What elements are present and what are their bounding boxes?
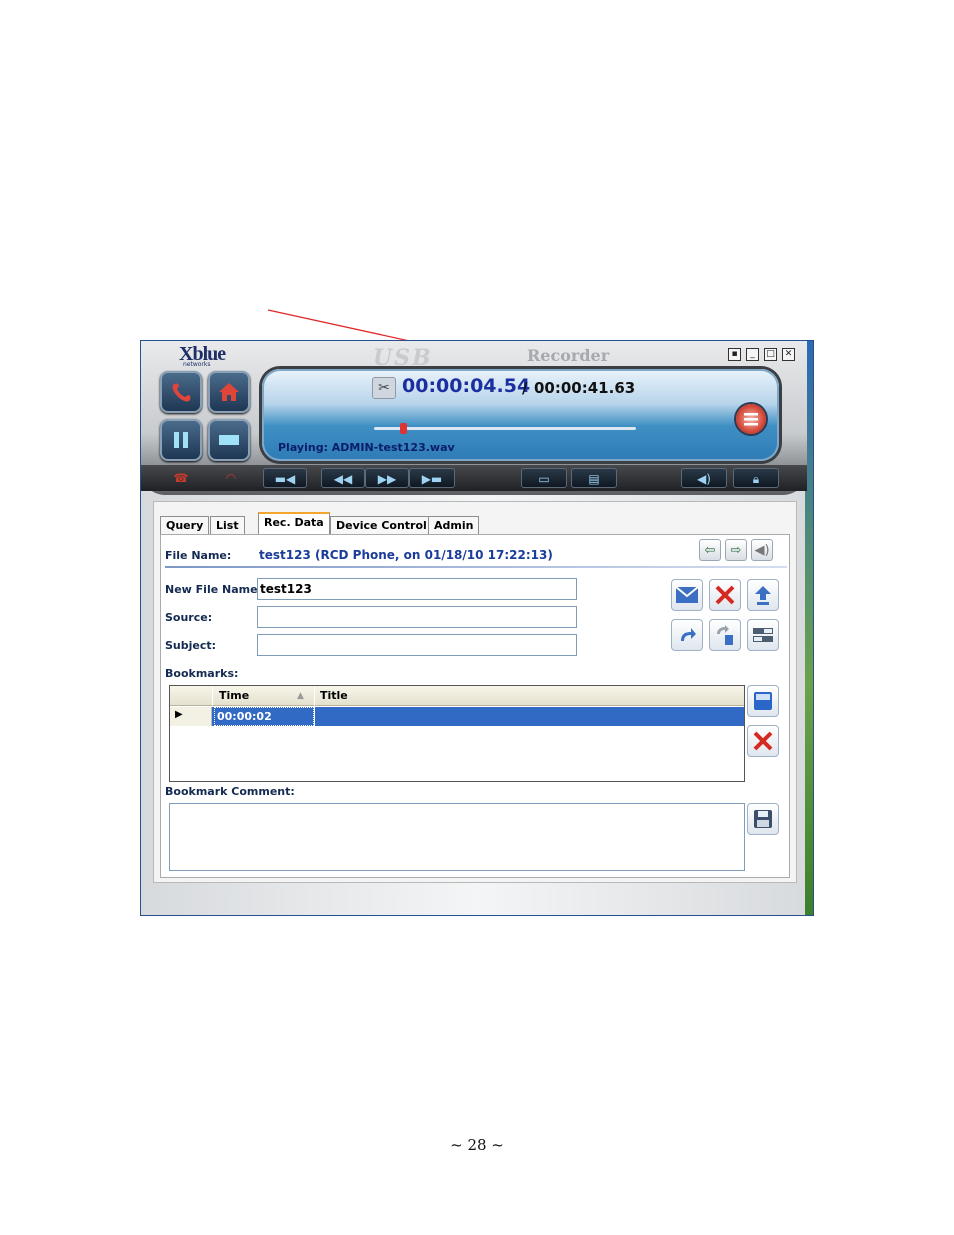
cut-icon[interactable]: ✂: [372, 377, 396, 399]
delete-x-icon: [753, 731, 773, 751]
rec-data-tab-body: File Name: test123 (RCD Phone, on 01/18/…: [160, 534, 790, 878]
pause-icon: [174, 432, 188, 448]
bookmarks-label: Bookmarks:: [165, 667, 239, 680]
subject-input[interactable]: [257, 634, 577, 656]
column-header-time[interactable]: Time ▲: [212, 686, 314, 706]
rewind-icon[interactable]: ◀◀: [321, 468, 365, 488]
transport-toolbar: ☎ ◠ ▬◀ ◀◀ ▶▶ ▶▬ ▭ ▤ ◀) 🔒︎: [141, 465, 807, 491]
skip-to-start-icon[interactable]: ▬◀: [263, 468, 307, 488]
open-folder-icon[interactable]: ▭: [521, 468, 567, 488]
fast-forward-icon[interactable]: ▶▶: [365, 468, 409, 488]
file-name-value: test123 (RCD Phone, on 01/18/10 17:22:13…: [259, 548, 553, 562]
column-header-time-label: Time: [219, 689, 250, 702]
brand-recorder: Recorder: [527, 346, 610, 365]
seek-knob[interactable]: [400, 423, 407, 434]
tab-admin[interactable]: Admin: [428, 516, 480, 534]
source-input[interactable]: [257, 606, 577, 628]
home-button[interactable]: [208, 371, 250, 413]
bookmark-time-cell[interactable]: 00:00:02: [214, 707, 314, 726]
subject-label: Subject:: [165, 639, 217, 652]
playlist-icon: [744, 413, 758, 426]
tab-list[interactable]: List: [210, 516, 245, 534]
page-number: ~ 28 ~: [450, 1136, 504, 1154]
upload-icon: [755, 586, 771, 605]
email-icon: [675, 586, 699, 603]
brand-watermark: USB: [373, 345, 433, 371]
seek-bar[interactable]: [374, 423, 636, 434]
playlist-button[interactable]: [736, 404, 766, 434]
tab-device-control[interactable]: Device Control: [330, 516, 433, 534]
bookmark-comment-textarea[interactable]: [169, 803, 745, 871]
settings-button[interactable]: [747, 619, 779, 651]
row-pointer-icon: ▶: [175, 709, 183, 720]
home-icon: [219, 383, 239, 401]
bookmark-window-icon: [754, 692, 772, 710]
time-separator: /: [522, 379, 528, 397]
arrow-right-icon: ⇨: [730, 542, 742, 558]
tab-rec-data[interactable]: Rec. Data: [258, 512, 330, 535]
switch-icon: [753, 628, 773, 642]
current-time: 00:00:04.54: [402, 375, 531, 397]
tab-query[interactable]: Query: [160, 516, 210, 534]
stop-icon: [219, 435, 239, 445]
new-file-name-input[interactable]: test123: [257, 578, 577, 600]
close-icon[interactable]: ✕: [782, 348, 795, 361]
bookmark-title-cell[interactable]: [314, 707, 744, 726]
email-button[interactable]: [671, 579, 703, 611]
source-label: Source:: [165, 611, 213, 624]
hangup-icon[interactable]: ☎: [169, 468, 193, 488]
app-logo-sub: networks: [183, 361, 211, 368]
player-chrome: Xblue networks USB Recorder ▪ _ □ ✕ ✂ 00…: [141, 341, 807, 495]
arrow-left-icon: ⇦: [704, 542, 716, 558]
minimize-icon[interactable]: _: [746, 348, 759, 361]
export-file-icon[interactable]: ▤: [571, 468, 617, 488]
grid-corner-header: [170, 686, 212, 706]
new-file-name-label: New File Name:: [165, 583, 262, 596]
redo-icon: [681, 628, 696, 641]
headset-icon[interactable]: ◠: [219, 468, 243, 488]
playing-status: Playing: ADMIN-test123.wav: [278, 441, 455, 454]
redo-button[interactable]: [671, 619, 703, 651]
floppy-disk-icon: [754, 810, 772, 828]
phone-icon: [172, 383, 191, 402]
table-row[interactable]: ▶ 00:00:02: [170, 707, 744, 726]
maximize-icon[interactable]: □: [764, 348, 777, 361]
speaker-button[interactable]: ◀): [751, 539, 773, 561]
undo-delete-button[interactable]: [709, 619, 741, 651]
previous-record-button[interactable]: ⇦: [699, 539, 721, 561]
sort-ascending-icon: ▲: [297, 691, 304, 701]
upload-button[interactable]: [747, 579, 779, 611]
divider: [165, 566, 787, 568]
delete-bookmark-button[interactable]: [747, 725, 779, 757]
content-panel: Query List Rec. Data Device Control Admi…: [153, 501, 797, 883]
row-selector[interactable]: ▶: [170, 707, 212, 726]
delete-file-button[interactable]: [709, 579, 741, 611]
speaker-icon: ◀): [754, 542, 770, 558]
total-time: 00:00:41.63: [534, 379, 636, 397]
delete-x-icon: [715, 585, 735, 605]
bookmark-comment-label: Bookmark Comment:: [165, 785, 295, 798]
add-bookmark-button[interactable]: [747, 685, 779, 717]
player-display: ✂ 00:00:04.54 / 00:00:41.63 Playing: ADM…: [262, 369, 779, 461]
skip-to-end-icon[interactable]: ▶▬: [409, 468, 455, 488]
next-record-button[interactable]: ⇨: [725, 539, 747, 561]
stop-button[interactable]: [208, 419, 250, 461]
column-header-title[interactable]: Title: [314, 686, 744, 706]
save-comment-button[interactable]: [747, 803, 779, 835]
lock-icon[interactable]: 🔒︎: [733, 468, 779, 488]
pause-button[interactable]: [160, 419, 202, 461]
minimize-to-tray-icon[interactable]: ▪: [728, 348, 741, 361]
phone-button[interactable]: [160, 371, 202, 413]
volume-icon[interactable]: ◀): [681, 468, 727, 488]
bookmarks-grid: Time ▲ Title ▶ 00:00:02: [169, 685, 745, 782]
recorder-window: Xblue networks USB Recorder ▪ _ □ ✕ ✂ 00…: [140, 340, 814, 916]
file-name-label: File Name:: [165, 549, 232, 562]
recycle-delete-icon: [717, 625, 733, 645]
